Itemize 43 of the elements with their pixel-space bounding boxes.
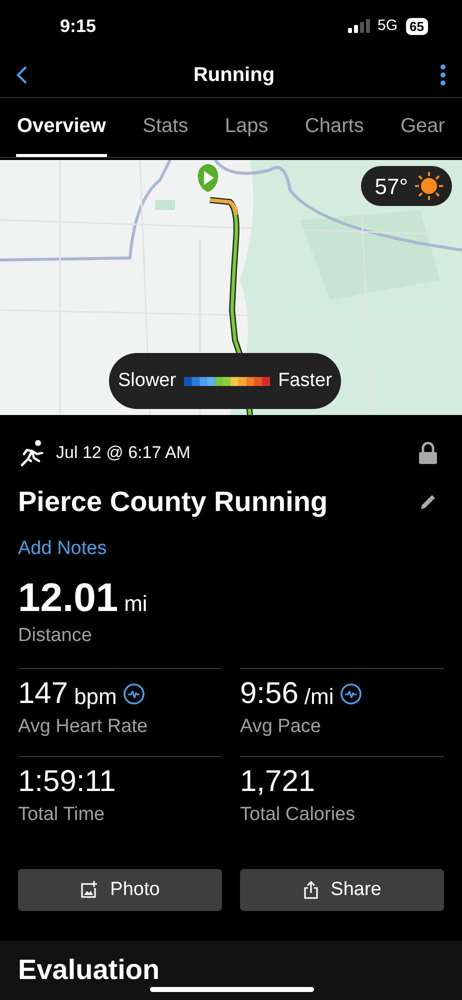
stat-label: Total Time — [18, 802, 106, 826]
section-title: Evaluation — [18, 954, 160, 985]
tab[interactable]: Overview — [16, 98, 107, 157]
tab[interactable]: Stats — [142, 98, 190, 157]
tab[interactable]: Charts — [304, 98, 365, 157]
screen-title: Running — [193, 62, 275, 88]
stat-value: 1,721 — [240, 764, 316, 800]
legend-label: Faster — [278, 368, 332, 393]
share-button[interactable]: Share — [240, 869, 444, 911]
sun-icon — [414, 171, 444, 201]
more-icon[interactable] — [440, 64, 446, 86]
temperature: 57° — [374, 172, 408, 200]
share-icon — [302, 881, 319, 899]
distance-label: Distance — [18, 624, 93, 648]
legend-label: Slower — [118, 368, 176, 393]
stat-label: Avg Pace — [240, 715, 322, 739]
distance-unit: mi — [124, 590, 148, 618]
status-time: 9:15 — [60, 14, 96, 38]
activity-title: Pierce County Running — [18, 485, 328, 519]
stat-unit: /mi — [304, 682, 334, 710]
back-icon[interactable] — [16, 64, 28, 84]
lock-icon[interactable] — [418, 442, 438, 464]
add-notes-link[interactable]: Add Notes — [18, 535, 107, 564]
signal-icon — [348, 19, 370, 33]
add-photo-icon — [80, 881, 98, 899]
stat-value: 147 — [18, 676, 68, 712]
stat-unit: bpm — [74, 682, 117, 711]
route-map[interactable]: 57° Slower Faster — [0, 160, 462, 415]
pencil-icon[interactable] — [418, 492, 438, 512]
distance-value: 12.01 — [18, 574, 118, 622]
battery-indicator: 65 — [406, 18, 428, 34]
stat-label: Total Calories — [240, 802, 356, 826]
pulse-chart-icon[interactable] — [122, 683, 145, 705]
tab[interactable]: Laps — [224, 98, 270, 157]
stat-value: 1:59:11 — [18, 764, 116, 800]
tab[interactable]: Gear — [400, 98, 446, 157]
runner-icon — [18, 439, 46, 467]
add-photo-button[interactable]: Photo — [18, 869, 222, 911]
pulse-chart-icon[interactable] — [340, 683, 362, 705]
stat-value: 9:56 — [240, 676, 298, 712]
network-label: 5G — [378, 16, 398, 36]
stat-label: Avg Heart Rate — [18, 715, 149, 739]
activity-date: Jul 12 @ 6:17 AM — [56, 442, 190, 464]
